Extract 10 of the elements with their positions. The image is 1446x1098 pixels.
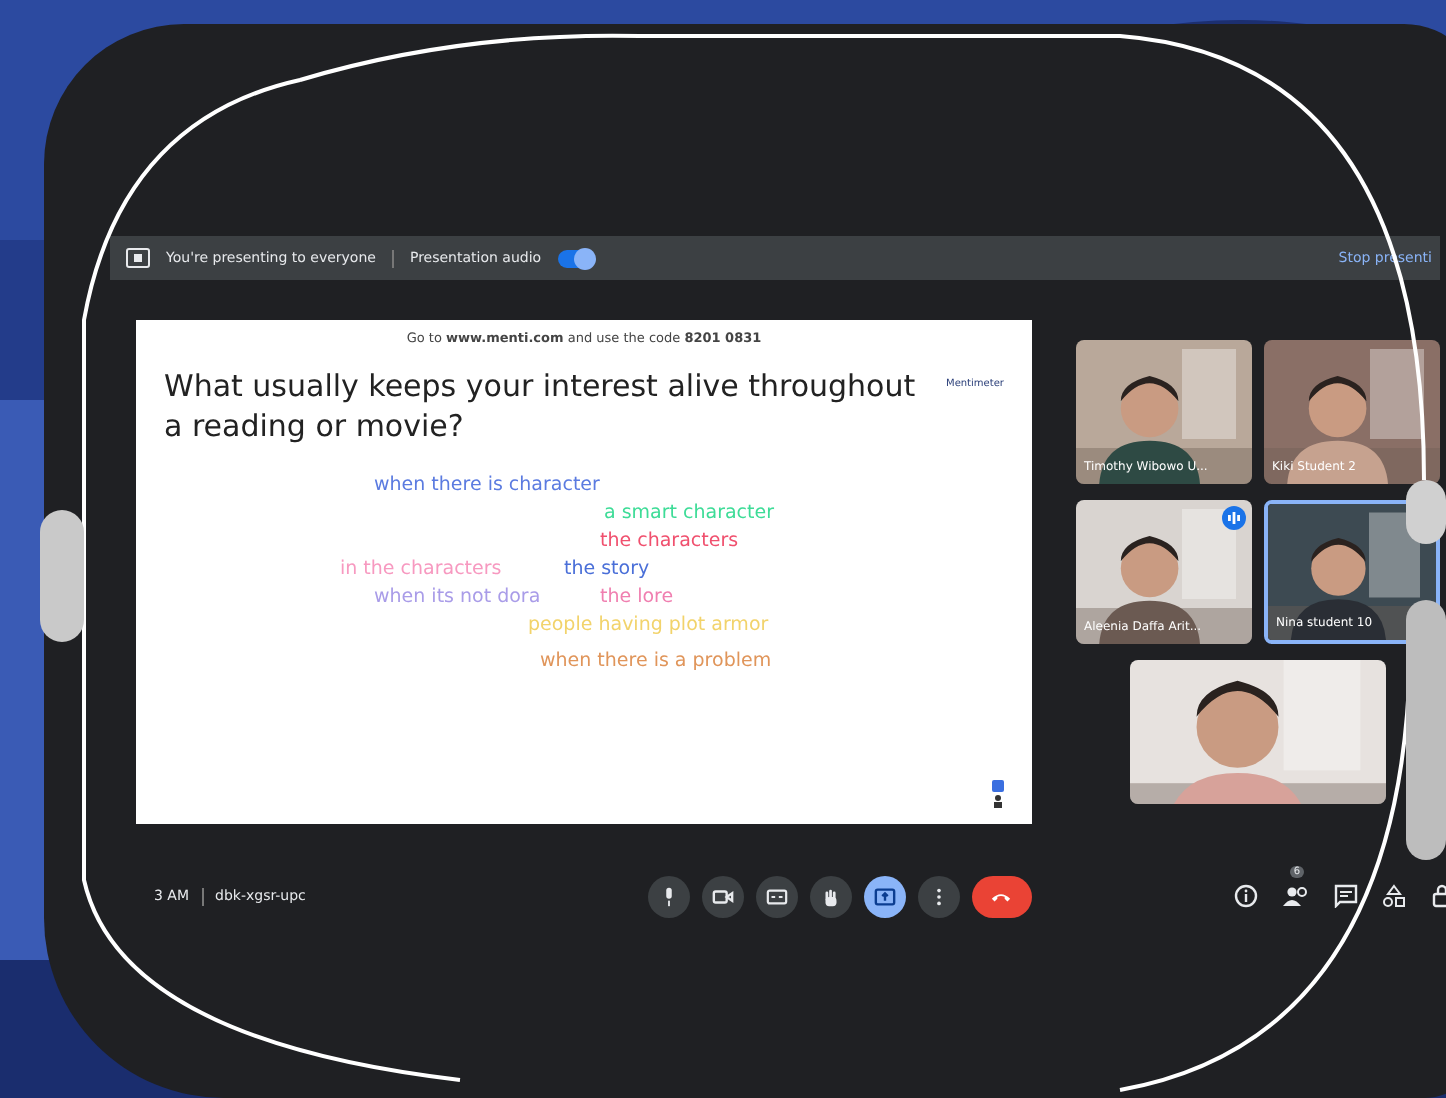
- word-cloud-entry: people having plot armor: [528, 614, 769, 636]
- word-cloud-entry: a smart character: [604, 502, 775, 524]
- word-cloud-entry: the lore: [600, 586, 674, 608]
- word-cloud-entry: in the characters: [340, 558, 502, 580]
- word-cloud-entry: the story: [564, 558, 650, 580]
- word-cloud-entry: when there is a problem: [540, 650, 772, 672]
- word-cloud-entry: the characters: [600, 530, 739, 552]
- word-cloud-entry: when there is character: [374, 474, 600, 496]
- word-cloud-entry: when its not dora: [374, 586, 541, 608]
- slide-question: What usually keeps your interest alive throughout a reading or movie?: [164, 366, 918, 446]
